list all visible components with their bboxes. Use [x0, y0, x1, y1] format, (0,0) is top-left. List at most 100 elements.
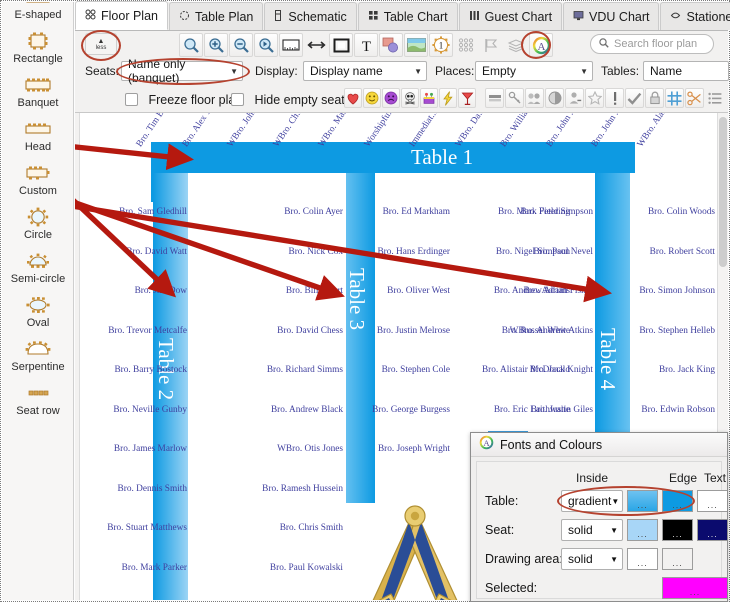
numbering-icon[interactable]: 1 — [429, 33, 453, 57]
table-inside-swatch[interactable]: ... — [627, 490, 658, 512]
tab-guest-chart[interactable]: Guest Chart — [458, 2, 563, 30]
tab-stationery[interactable]: Stationery — [660, 2, 730, 30]
places-combo[interactable]: Empty ▼ — [475, 61, 593, 81]
cocktail-icon[interactable] — [458, 88, 476, 108]
lightning-icon[interactable] — [439, 88, 457, 108]
hide-empty-seats-checkbox[interactable]: Hide empty seats — [231, 91, 351, 109]
chevron-down-icon: ▼ — [230, 66, 238, 76]
display-combo[interactable]: Display name ▼ — [303, 61, 427, 81]
smiley-icon[interactable] — [363, 88, 381, 108]
table-text-swatch[interactable]: ... — [697, 490, 727, 512]
seat-inside-swatch[interactable]: ... — [627, 519, 658, 541]
sidebar-item-custom[interactable]: Custom — [2, 162, 73, 206]
purple-face-icon[interactable] — [382, 88, 400, 108]
zoom-in-icon[interactable] — [204, 33, 228, 57]
seat-style-combo[interactable]: solid ▼ — [561, 519, 623, 541]
zoom-select-icon[interactable] — [254, 33, 278, 57]
sidebar-item-oval[interactable]: Oval — [2, 294, 73, 338]
tab-table-chart[interactable]: Table Chart — [357, 2, 458, 30]
top-guest-label: WBro. Ala... — [635, 113, 670, 149]
tab-label: Table Chart — [383, 9, 448, 24]
sidebar-item-banquet[interactable]: Banquet — [2, 74, 73, 118]
arrows-horizontal-icon[interactable] — [304, 33, 328, 57]
zoom-normal-icon[interactable] — [179, 33, 203, 57]
flag-icon[interactable] — [479, 33, 503, 57]
ruler-icon[interactable] — [279, 33, 303, 57]
tab-vdu-chart[interactable]: VDU Chart — [563, 2, 660, 30]
row-label-selected: Selected: — [485, 581, 538, 595]
drawing-area-style-value: solid — [568, 552, 593, 566]
scissors-icon[interactable] — [685, 88, 704, 108]
check-icon[interactable] — [625, 88, 644, 108]
attribute-icon-group — [485, 88, 725, 108]
chevron-down-icon: ▼ — [414, 66, 422, 76]
sidebar-item-serpentine[interactable]: Serpentine — [2, 338, 73, 382]
view-tabs[interactable]: Floor Plan Table Plan Schematic Table Ch… — [75, 1, 730, 31]
sidebar-item-semi-circle[interactable]: Semi-circle — [2, 250, 73, 294]
person-minus-icon[interactable] — [565, 88, 584, 108]
drawing-area-inside-swatch[interactable]: ... — [627, 548, 658, 570]
seat-text-swatch[interactable]: ... — [697, 519, 727, 541]
search-input[interactable]: Search floor plan — [590, 34, 714, 54]
sidebar-item-rectangle[interactable]: Rectangle — [2, 30, 73, 74]
sidebar-item-e-shaped[interactable]: E-shaped — [2, 2, 73, 30]
cake-icon[interactable] — [420, 88, 438, 108]
table-edge-swatch[interactable]: ... — [662, 490, 693, 512]
heart-icon[interactable] — [344, 88, 362, 108]
split-icon[interactable] — [545, 88, 564, 108]
drawing-area-edge-swatch[interactable]: ... — [662, 548, 693, 570]
tab-table-plan[interactable]: Table Plan — [168, 2, 264, 30]
skull-icon[interactable] — [401, 88, 419, 108]
circle-table-icon — [179, 10, 190, 24]
exclamation-icon[interactable] — [605, 88, 624, 108]
freeze-floor-plan-label: Freeze floor plan — [148, 92, 243, 107]
drawing-area-style-combo[interactable]: solid ▼ — [561, 548, 623, 570]
tab-floor-plan[interactable]: Floor Plan — [75, 1, 168, 30]
text-tool-icon[interactable]: T — [354, 33, 378, 57]
key-icon[interactable] — [505, 88, 524, 108]
fonts-and-colours-icon[interactable]: A — [529, 33, 553, 57]
tab-label: Schematic — [288, 9, 347, 24]
column-header-edge: Edge — [668, 471, 698, 485]
group-icon[interactable] — [525, 88, 544, 108]
layers-icon[interactable] — [504, 33, 528, 57]
grid-blue-icon[interactable] — [665, 88, 684, 108]
seats-combo[interactable]: Name only (banquet) ▼ — [121, 57, 243, 85]
seat-grid-icon[interactable] — [454, 33, 478, 57]
zoom-out-icon[interactable] — [229, 33, 253, 57]
image-icon[interactable] — [404, 33, 428, 57]
sidebar-item-head[interactable]: Head — [2, 118, 73, 162]
table-style-combo[interactable]: gradient ▼ — [561, 490, 623, 512]
seat-edge-swatch[interactable]: ... — [662, 519, 693, 541]
rectangle-icon[interactable] — [329, 33, 353, 57]
seats-label: Seats: — [85, 64, 120, 78]
floor-plan-toolbar[interactable]: ▲ less T 1 A Search floor plan Seats: Na… — [75, 30, 729, 113]
tables-input[interactable]: Name — [643, 61, 729, 81]
selected-swatch[interactable]: ... — [662, 577, 727, 599]
bar-icon[interactable] — [485, 88, 504, 108]
tab-schematic[interactable]: Schematic — [264, 2, 357, 30]
less-button[interactable]: ▲ less — [85, 33, 117, 55]
freeze-floor-plan-checkbox[interactable]: Freeze floor plan — [125, 91, 242, 109]
swatch-dots: ... — [672, 558, 683, 568]
swatch-dots: ... — [707, 500, 718, 510]
custom-table-icon — [24, 164, 52, 182]
sidebar-item-seat-row[interactable]: Seat row — [2, 382, 73, 426]
star-icon[interactable] — [585, 88, 604, 108]
scrollbar-thumb[interactable] — [719, 117, 727, 267]
shapes-colour-icon[interactable] — [379, 33, 403, 57]
list-icon[interactable] — [705, 88, 724, 108]
display-label: Display: — [255, 64, 298, 78]
tab-label: Stationery — [686, 9, 730, 24]
places-combo-value: Empty — [482, 64, 517, 78]
table-shape-palette[interactable]: E-shaped Rectangle Banquet Head Custom C… — [2, 2, 74, 600]
lock-icon[interactable] — [645, 88, 664, 108]
chevron-down-icon: ▼ — [580, 66, 588, 76]
search-icon — [599, 35, 609, 53]
sidebar-item-circle[interactable]: Circle — [2, 206, 73, 250]
sidebar-item-label: Oval — [26, 317, 50, 329]
rectangle-table-icon — [27, 32, 49, 50]
dialog-title-bar[interactable]: A Fonts and Colours — [471, 433, 727, 457]
fonts-and-colours-dialog[interactable]: A Fonts and Colours Inside Edge Text Tab… — [470, 432, 728, 602]
swatch-dots: ... — [637, 500, 648, 510]
